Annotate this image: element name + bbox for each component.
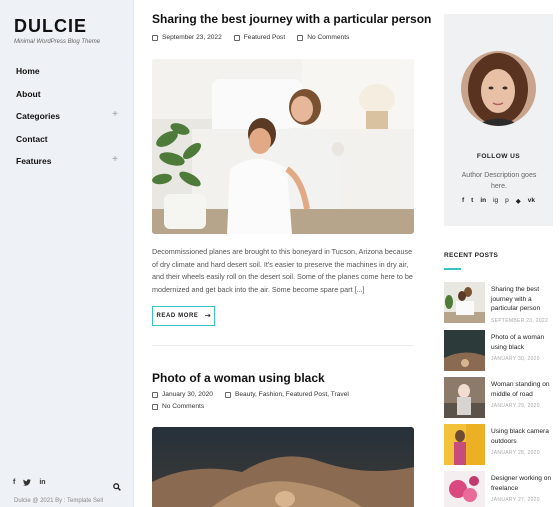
post-meta: No Comments xyxy=(152,403,216,410)
recent-post-title[interactable]: Woman standing on middle of road xyxy=(491,381,550,398)
recent-post-item[interactable]: Woman standing on middle of road JANUARY … xyxy=(444,377,556,419)
instagram-icon[interactable]: ig xyxy=(493,197,498,205)
recent-post-title[interactable]: Sharing the best journey with a particul… xyxy=(491,286,540,312)
site-tagline: Minimal WordPress Blog Theme xyxy=(14,39,101,45)
post-title[interactable]: Sharing the best journey with a particul… xyxy=(152,12,431,26)
nav-item-label: About xyxy=(16,88,41,99)
pinterest-icon[interactable]: p xyxy=(505,197,509,205)
post-meta: January 30, 2020 Beauty, Fashion, Featur… xyxy=(152,391,361,398)
comment-icon xyxy=(152,403,158,410)
recent-post-date: JANUARY 29, 2020 xyxy=(491,403,540,409)
calendar-icon xyxy=(152,391,158,398)
author-description: Author Description goes here. xyxy=(461,172,537,190)
read-more-button[interactable]: READ MORE xyxy=(152,306,215,326)
post-meta: September 23, 2022 Featured Post No Comm… xyxy=(152,34,361,41)
folder-icon xyxy=(224,391,231,398)
recent-post-thumbnail[interactable] xyxy=(444,377,485,418)
twitter-icon[interactable] xyxy=(23,479,32,488)
recent-posts-heading: RECENT POSTS xyxy=(444,252,499,259)
post-excerpt: Decommissioned planes are brought to thi… xyxy=(152,247,413,294)
sidebar: DULCIE Minimal WordPress Blog Theme Home… xyxy=(0,0,134,507)
nav-item-label: Categories xyxy=(16,111,60,122)
expand-plus-icon[interactable]: + xyxy=(112,109,118,120)
facebook-icon[interactable]: f xyxy=(13,479,15,488)
nav-item-about[interactable]: About xyxy=(0,83,134,106)
folder-icon xyxy=(233,34,240,41)
recent-post-item[interactable]: Sharing the best journey with a particul… xyxy=(444,282,556,324)
post-comments-text: No Comments xyxy=(162,403,205,410)
post-comments[interactable]: No Comments xyxy=(152,403,204,410)
nav-item-contact[interactable]: Contact xyxy=(0,128,134,151)
linkedin-icon[interactable]: in xyxy=(480,197,486,205)
post-title[interactable]: Photo of a woman using black xyxy=(152,371,325,385)
main-nav: Home About Categories + Contact Features + xyxy=(0,60,134,173)
expand-plus-icon[interactable]: + xyxy=(112,154,118,165)
site-logo[interactable]: DULCIE xyxy=(14,16,87,37)
nav-item-categories[interactable]: Categories + xyxy=(0,105,134,128)
sidebar-social-links: f in xyxy=(13,479,46,488)
recent-post-item[interactable]: Photo of a woman using black JANUARY 30, … xyxy=(444,330,556,372)
post-date[interactable]: January 30, 2020 xyxy=(152,391,213,398)
author-widget: FOLLOW US Author Description goes here. … xyxy=(444,14,553,226)
arrow-right-icon xyxy=(204,313,211,320)
author-social-links: f t in ig p ◆ vk xyxy=(444,197,553,205)
recent-post-thumbnail[interactable] xyxy=(444,282,485,323)
search-icon[interactable] xyxy=(113,478,121,496)
recent-post-title[interactable]: Designer working on freelance xyxy=(491,475,551,492)
recent-post-thumbnail[interactable] xyxy=(444,330,485,371)
post-category[interactable]: Featured Post xyxy=(233,34,286,41)
recent-post-title[interactable]: Photo of a woman using black xyxy=(491,334,544,351)
read-more-label: READ MORE xyxy=(156,313,199,319)
recent-post-item[interactable]: Designer working on freelance JANUARY 27,… xyxy=(444,471,556,507)
nav-item-features[interactable]: Features + xyxy=(0,150,134,173)
vk-icon[interactable]: vk xyxy=(528,197,535,205)
recent-post-date: JANUARY 27, 2020 xyxy=(491,497,540,503)
recent-post-thumbnail[interactable] xyxy=(444,471,485,507)
post-date[interactable]: September 23, 2022 xyxy=(152,34,222,41)
nav-item-label: Features xyxy=(16,156,52,167)
nav-item-label: Home xyxy=(16,66,40,77)
post-category[interactable]: Beauty, Fashion, Featured Post, Travel xyxy=(224,391,349,398)
avatar[interactable] xyxy=(461,51,536,126)
nav-item-label: Contact xyxy=(16,133,48,144)
twitter-icon[interactable]: t xyxy=(471,197,473,205)
recent-post-item[interactable]: Using black camera outdoors JANUARY 28, 2… xyxy=(444,424,556,466)
calendar-icon xyxy=(152,34,158,41)
post-comments[interactable]: No Comments xyxy=(297,34,349,41)
post-comments-text: No Comments xyxy=(307,34,350,41)
recent-post-date: JANUARY 30, 2020 xyxy=(491,356,540,362)
linkedin-icon[interactable]: in xyxy=(39,479,45,488)
copyright-text: Dulcie @ 2021 By : Template Sell xyxy=(14,498,104,504)
facebook-icon[interactable]: f xyxy=(462,197,464,205)
recent-post-title[interactable]: Using black camera outdoors xyxy=(491,428,549,445)
post-category-text: Beauty, Fashion, Featured Post, Travel xyxy=(234,391,349,398)
heading-underline xyxy=(444,268,461,270)
recent-post-date: JANUARY 28, 2020 xyxy=(491,450,540,456)
recent-post-thumbnail[interactable] xyxy=(444,424,485,465)
post-category-text: Featured Post xyxy=(243,34,286,41)
post-date-text: September 23, 2022 xyxy=(162,34,222,41)
recent-post-date: SEPTEMBER 23, 2022 xyxy=(491,317,549,324)
dribbble-icon[interactable]: ◆ xyxy=(516,197,521,205)
nav-item-home[interactable]: Home xyxy=(0,60,134,83)
featured-image-woman[interactable] xyxy=(152,427,414,507)
comment-icon xyxy=(297,34,304,41)
featured-image-couple[interactable] xyxy=(152,59,414,234)
post-divider xyxy=(152,345,414,346)
follow-us-heading: FOLLOW US xyxy=(476,153,521,160)
post-date-text: January 30, 2020 xyxy=(162,391,213,398)
